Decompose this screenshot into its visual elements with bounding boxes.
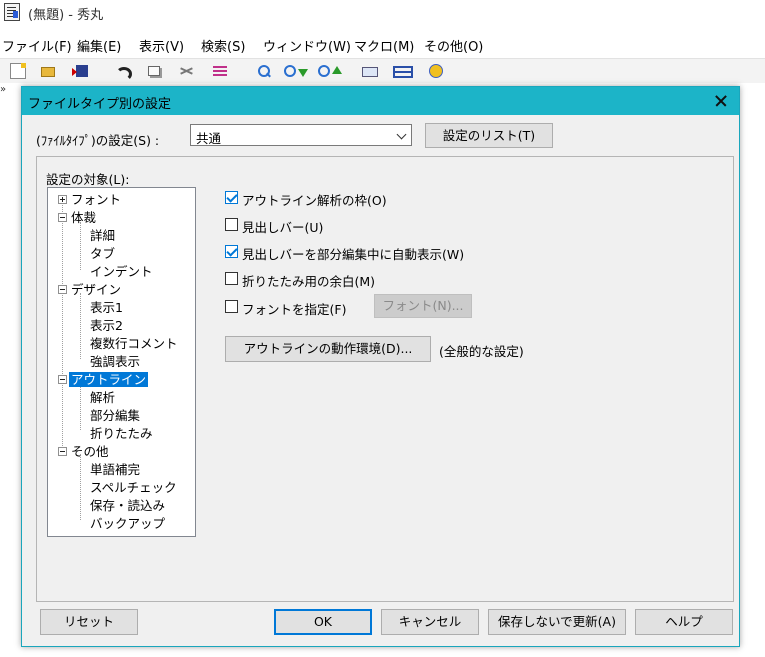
new-file-icon[interactable] <box>10 63 26 79</box>
tree-item-backup[interactable]: バックアップ <box>78 515 167 532</box>
update-without-save-button[interactable]: 保存しないで更新(A) <box>488 609 626 635</box>
save-icon[interactable] <box>72 63 88 79</box>
app-titlebar: (無題) - 秀丸 <box>0 0 765 26</box>
find-prev-icon[interactable] <box>318 63 342 79</box>
checkbox-unchecked-icon[interactable] <box>225 272 238 285</box>
macro-icon[interactable] <box>428 63 444 79</box>
tree-item-other[interactable]: その他 <box>58 443 111 460</box>
tree-item-indent[interactable]: インデント <box>78 263 155 280</box>
cut-icon[interactable] <box>178 63 194 79</box>
tree-item-outline[interactable]: アウトライン <box>58 371 149 388</box>
menu-view[interactable]: 表示(V) <box>139 36 184 55</box>
checkbox-unchecked-icon[interactable] <box>225 300 238 313</box>
dialog-title: ファイルタイプ別の設定 <box>28 97 172 112</box>
tree-item-spellcheck[interactable]: スペルチェック <box>78 479 179 496</box>
menubar: ファイル(F) 編集(E) 表示(V) 検索(S) ウィンドウ(W) マクロ(M… <box>0 34 765 56</box>
menu-edit[interactable]: 編集(E) <box>77 36 121 55</box>
tree-item-partial-edit[interactable]: 部分編集 <box>78 407 142 424</box>
tree-item-highlight[interactable]: 強調表示 <box>78 353 142 370</box>
menu-window[interactable]: ウィンドウ(W) <box>263 36 351 55</box>
tree-item-analysis[interactable]: 解析 <box>78 389 117 406</box>
help-button[interactable]: ヘルプ <box>635 609 733 635</box>
split-window-icon[interactable] <box>392 63 414 79</box>
tree-item-display2[interactable]: 表示2 <box>78 317 125 334</box>
toolbar <box>0 58 765 83</box>
checkbox-checked-icon[interactable] <box>225 245 238 258</box>
tree-item-display1[interactable]: 表示1 <box>78 299 125 316</box>
filetype-label: (ﾌｧｲﾙﾀｲﾌﾟ)の設定(S) : <box>36 133 160 148</box>
settings-tree: フォント 体裁 詳細 タブ インデント デザイン 表示1 表示2 複数行コメント… <box>47 187 196 537</box>
undo-icon[interactable] <box>114 63 132 81</box>
tree-connector <box>62 202 63 454</box>
checkbox-checked-icon[interactable] <box>225 191 238 204</box>
tree-item-design[interactable]: デザイン <box>58 281 123 298</box>
menu-search[interactable]: 検索(S) <box>201 36 245 55</box>
expand-plus-icon[interactable] <box>58 195 67 204</box>
filetype-settings-dialog: ファイルタイプ別の設定 (ﾌｧｲﾙﾀｲﾌﾟ)の設定(S) : 共通 設定のリスト… <box>21 86 740 647</box>
copy-icon[interactable] <box>146 63 162 79</box>
collapse-minus-icon[interactable] <box>58 213 67 222</box>
filetype-select-value: 共通 <box>196 131 222 146</box>
cancel-button[interactable]: キャンセル <box>381 609 479 635</box>
dialog-titlebar: ファイルタイプ別の設定 <box>22 87 739 115</box>
font-button[interactable]: フォント(N)... <box>374 294 472 318</box>
paste-icon[interactable] <box>212 63 228 79</box>
close-icon[interactable] <box>709 90 733 112</box>
find-icon[interactable] <box>256 63 272 79</box>
ruler-overflow-mark: » <box>0 84 7 95</box>
tree-item-tab[interactable]: タブ <box>78 245 117 262</box>
tree-item-word-complete[interactable]: 単語補完 <box>78 461 142 478</box>
settings-content-panel: 設定の対象(L): フォント 体裁 詳細 タブ インデント デザイン 表示1 表… <box>36 156 734 602</box>
app-title: (無題) - 秀丸 <box>28 8 104 23</box>
chevron-down-icon <box>396 129 407 140</box>
tree-item-layout[interactable]: 体裁 <box>58 209 98 226</box>
menu-macro[interactable]: マクロ(M) <box>354 36 414 55</box>
reset-button[interactable]: リセット <box>40 609 138 635</box>
collapse-minus-icon[interactable] <box>58 375 67 384</box>
find-next-icon[interactable] <box>284 63 308 79</box>
window-icon[interactable] <box>360 63 380 79</box>
collapse-minus-icon[interactable] <box>58 285 67 294</box>
menu-file[interactable]: ファイル(F) <box>2 36 72 55</box>
hidemaru-app-icon <box>4 3 20 21</box>
tree-item-folding[interactable]: 折りたたみ <box>78 425 155 442</box>
tree-item-detail[interactable]: 詳細 <box>78 227 117 244</box>
checkbox-unchecked-icon[interactable] <box>225 218 238 231</box>
filetype-select[interactable]: 共通 <box>190 124 412 146</box>
tree-item-font[interactable]: フォント <box>58 191 123 208</box>
outline-env-note: (全般的な設定) <box>439 344 524 359</box>
ok-button[interactable]: OK <box>274 609 372 635</box>
tree-item-multiline-comment[interactable]: 複数行コメント <box>78 335 180 352</box>
settings-list-button[interactable]: 設定のリスト(T) <box>425 123 553 148</box>
outline-env-button[interactable]: アウトラインの動作環境(D)... <box>225 336 431 362</box>
menu-other[interactable]: その他(O) <box>424 36 483 55</box>
target-label: 設定の対象(L): <box>46 172 130 187</box>
collapse-minus-icon[interactable] <box>58 447 67 456</box>
open-folder-icon[interactable] <box>40 63 56 79</box>
tree-item-save-load[interactable]: 保存・読込み <box>78 497 167 514</box>
